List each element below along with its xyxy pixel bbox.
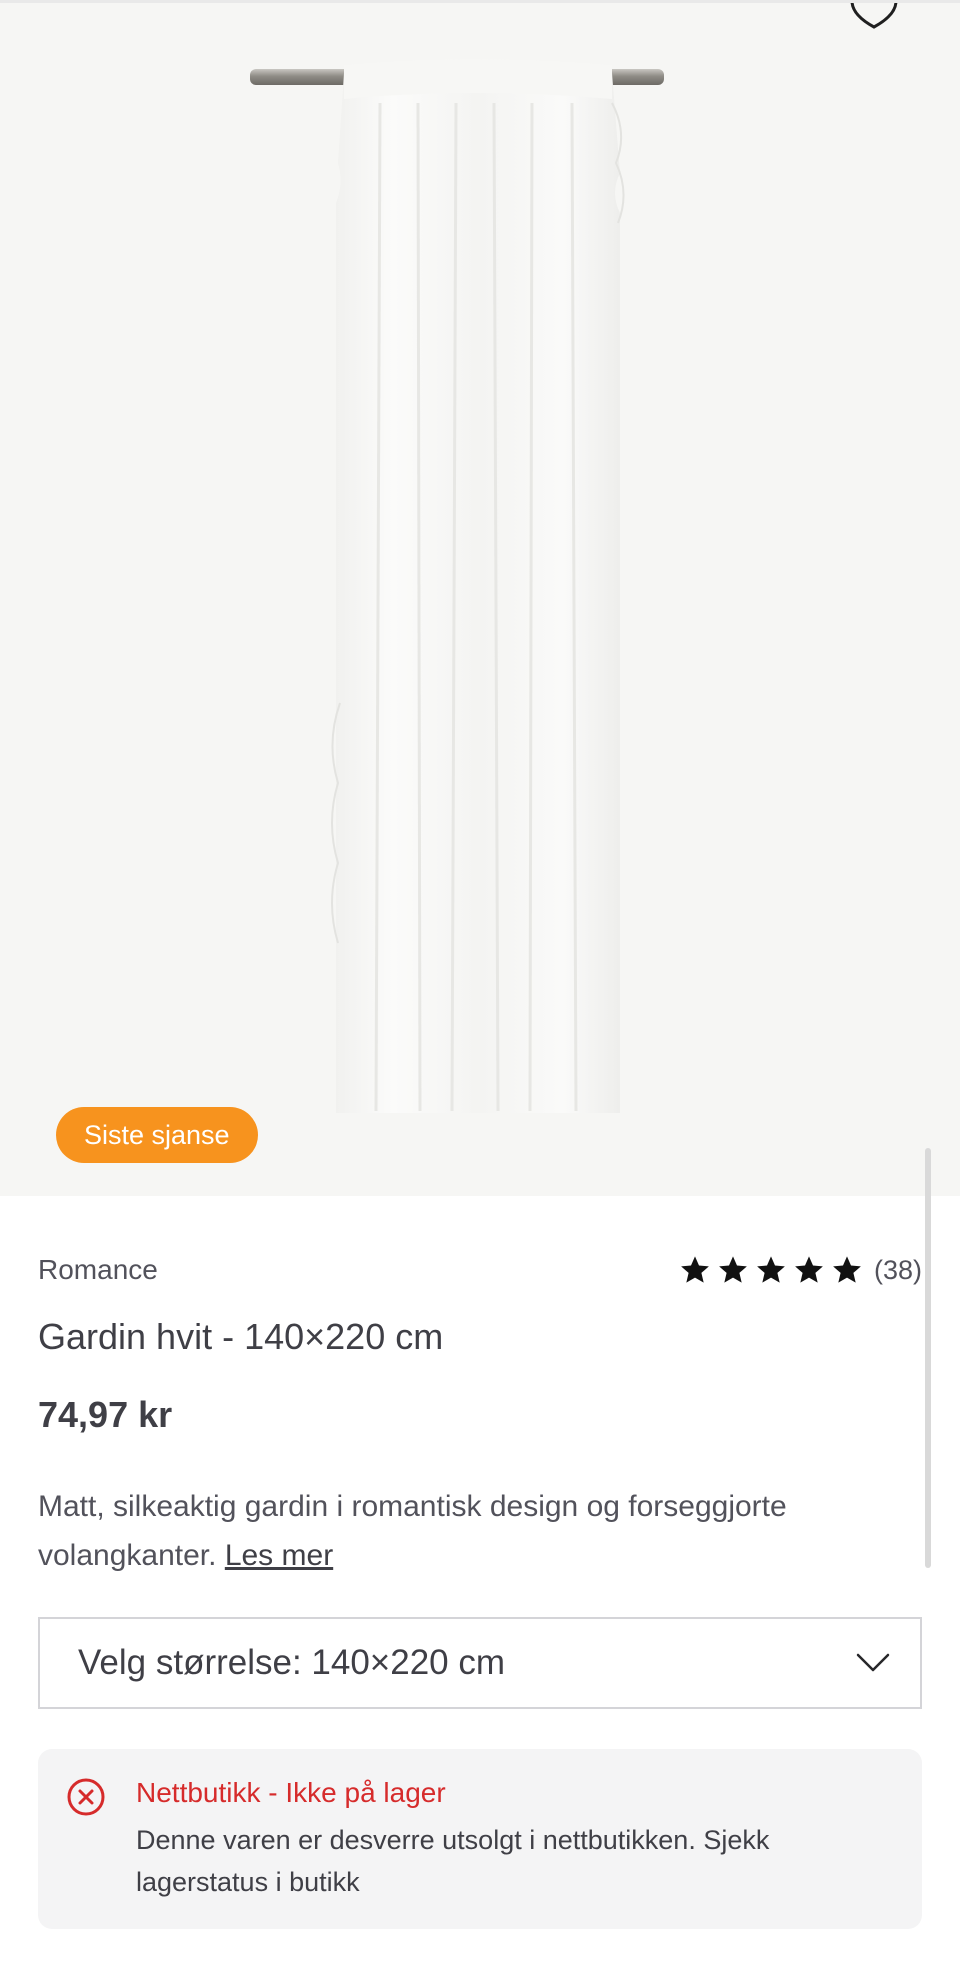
product-rating[interactable]: (38) — [678, 1254, 922, 1286]
description-text: Matt, silkeaktig gardin i romantisk desi… — [38, 1490, 787, 1572]
product-description: Matt, silkeaktig gardin i romantisk desi… — [38, 1482, 918, 1580]
product-title: Gardin hvit - 140×220 cm — [38, 1316, 444, 1357]
chevron-down-icon — [856, 1653, 890, 1672]
size-select-label: Velg størrelse: 140×220 cm — [78, 1643, 506, 1682]
scrollbar[interactable] — [925, 1148, 931, 1568]
stock-status-message: Denne varen er desverre utsolgt i nettbu… — [136, 1825, 770, 1897]
product-price: 74,97 kr — [38, 1394, 173, 1435]
size-select[interactable]: Velg størrelse: 140×220 cm — [38, 1617, 922, 1709]
favorite-heart-icon[interactable] — [848, 3, 900, 33]
product-image-area: Siste sjanse — [0, 0, 960, 1196]
star-icon — [757, 1256, 785, 1283]
read-more-link[interactable]: Les mer — [225, 1539, 333, 1572]
curtain-image — [250, 59, 664, 1113]
status-badge: Siste sjanse — [56, 1107, 258, 1163]
star-icon — [833, 1256, 861, 1283]
rating-stars — [678, 1254, 864, 1286]
brand-name: Romance — [38, 1254, 158, 1285]
error-circle-icon — [67, 1778, 105, 1816]
star-icon — [795, 1256, 823, 1283]
star-icon — [719, 1256, 747, 1283]
stock-status-title: Nettbutikk - Ikke på lager — [136, 1777, 446, 1808]
star-icon — [681, 1256, 709, 1283]
rating-count: (38) — [873, 1254, 922, 1285]
stock-status-box: Nettbutikk - Ikke på lager Denne varen e… — [38, 1749, 922, 1929]
